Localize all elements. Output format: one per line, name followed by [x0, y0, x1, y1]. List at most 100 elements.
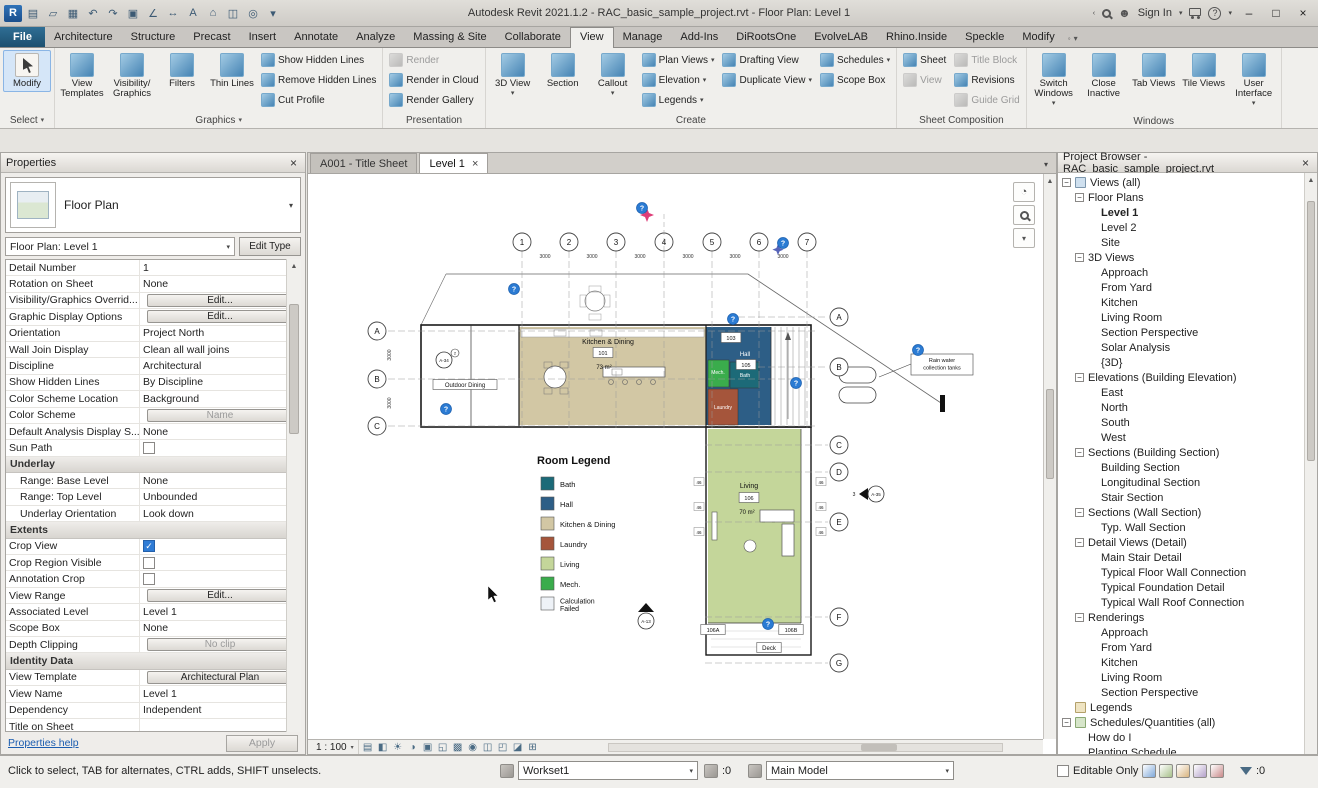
tree-item-site[interactable]: Site: [1058, 235, 1304, 250]
3d-view-icon[interactable]: ⌂: [204, 5, 222, 22]
tree-item-level-2[interactable]: Level 2: [1058, 220, 1304, 235]
tree-item-level-1[interactable]: Level 1: [1058, 205, 1304, 220]
ribbon-tab-precast[interactable]: Precast: [184, 28, 239, 47]
tree-item-from-yard[interactable]: From Yard: [1058, 280, 1304, 295]
button-revisions[interactable]: Revisions: [951, 70, 1022, 90]
sun-path-icon[interactable]: ☀: [391, 741, 405, 754]
property-button-visibility-graphics-overrid[interactable]: Edit...: [147, 294, 293, 307]
type-selector[interactable]: Floor Plan ▾: [5, 177, 301, 233]
property-value[interactable]: Architectural Plan: [140, 671, 300, 684]
property-value[interactable]: 1: [140, 262, 300, 274]
tree-item-views-all[interactable]: −Views (all): [1058, 175, 1304, 190]
property-value[interactable]: Level 1: [140, 606, 300, 618]
button-tab-views[interactable]: Tab Views: [1130, 50, 1178, 92]
property-value[interactable]: Unbounded: [140, 491, 300, 503]
tree-item-approach[interactable]: Approach: [1058, 625, 1304, 640]
button-cut-profile[interactable]: Cut Profile: [258, 90, 379, 110]
customize-icon[interactable]: ▾: [264, 5, 282, 22]
select-elements-by-face-icon[interactable]: [1193, 764, 1207, 778]
section-icon[interactable]: ◫: [224, 5, 242, 22]
tree-item-longitudinal-section[interactable]: Longitudinal Section: [1058, 475, 1304, 490]
ribbon-tab-insert[interactable]: Insert: [240, 28, 286, 47]
button-scope-box[interactable]: Scope Box: [817, 70, 893, 90]
property-value[interactable]: Edit...: [140, 310, 300, 323]
tree-item-kitchen[interactable]: Kitchen: [1058, 295, 1304, 310]
tree-item-typical-floor-wall-connection[interactable]: Typical Floor Wall Connection: [1058, 565, 1304, 580]
scroll-up-icon[interactable]: ▲: [1044, 174, 1056, 188]
tree-item-main-stair-detail[interactable]: Main Stair Detail: [1058, 550, 1304, 565]
button-3d-view[interactable]: 3D View▾: [489, 50, 537, 102]
expander-icon[interactable]: −: [1075, 448, 1084, 457]
ribbon-tab-modify[interactable]: Modify: [1013, 28, 1063, 47]
minimize-button[interactable]: –: [1239, 4, 1259, 22]
tree-item-detail-views-detail[interactable]: −Detail Views (Detail): [1058, 535, 1304, 550]
button-guide-grid[interactable]: Guide Grid: [951, 90, 1022, 110]
ribbon-tab-speckle[interactable]: Speckle: [956, 28, 1013, 47]
redo-icon[interactable]: ↷: [104, 5, 122, 22]
tree-item-renderings[interactable]: −Renderings: [1058, 610, 1304, 625]
project-browser-close-icon[interactable]: ×: [1299, 156, 1312, 170]
new-icon[interactable]: ▤: [24, 5, 42, 22]
property-value[interactable]: No clip: [140, 638, 300, 651]
project-browser-scrollbar[interactable]: ▲: [1304, 173, 1317, 754]
property-value[interactable]: Name: [140, 409, 300, 422]
checkbox-sun-path[interactable]: [143, 442, 155, 454]
button-visibility-graphics[interactable]: Visibility/ Graphics: [108, 50, 156, 102]
tree-item-building-section[interactable]: Building Section: [1058, 460, 1304, 475]
tree-item-solar-analysis[interactable]: Solar Analysis: [1058, 340, 1304, 355]
tree-item-approach[interactable]: Approach: [1058, 265, 1304, 280]
checkbox-annotation-crop[interactable]: [143, 573, 155, 585]
button-drafting-view[interactable]: Drafting View: [719, 50, 814, 70]
instance-selector[interactable]: Floor Plan: Level 1 ▾: [5, 237, 235, 256]
button-callout[interactable]: Callout▾: [589, 50, 637, 102]
tree-item-from-yard[interactable]: From Yard: [1058, 640, 1304, 655]
tree-item-east[interactable]: East: [1058, 385, 1304, 400]
button-tile-views[interactable]: Tile Views: [1180, 50, 1228, 92]
design-options-icon[interactable]: [748, 764, 762, 778]
button-view-templates[interactable]: View Templates: [58, 50, 106, 102]
property-value[interactable]: None: [140, 475, 300, 487]
ribbon-tab-annotate[interactable]: Annotate: [285, 28, 347, 47]
expander-icon[interactable]: −: [1062, 718, 1071, 727]
checkbox-crop-region-visible[interactable]: [143, 557, 155, 569]
project-browser-scroll-thumb[interactable]: [1307, 201, 1315, 461]
reveal-constraints-icon[interactable]: ⊞: [526, 741, 540, 754]
scroll-up-icon[interactable]: ▲: [1305, 173, 1317, 187]
search-icon[interactable]: [1102, 9, 1111, 18]
property-value[interactable]: Clean all wall joins: [140, 344, 300, 356]
tree-item-sections-wall-section[interactable]: −Sections (Wall Section): [1058, 505, 1304, 520]
property-value[interactable]: Project North: [140, 327, 300, 339]
tree-item-elevations-building-elevation[interactable]: −Elevations (Building Elevation): [1058, 370, 1304, 385]
ribbon-tab-add-ins[interactable]: Add-Ins: [671, 28, 727, 47]
properties-help-link[interactable]: Properties help: [8, 737, 79, 749]
button-legends[interactable]: Legends▾: [639, 90, 718, 110]
editable-only-checkbox[interactable]: [1057, 765, 1069, 777]
panel-label-sheet-composition[interactable]: Sheet Composition: [897, 112, 1026, 128]
worksets-icon[interactable]: [500, 764, 514, 778]
property-value[interactable]: Background: [140, 393, 300, 405]
expander-icon[interactable]: −: [1075, 373, 1084, 382]
steering-wheel-icon[interactable]: ◔: [1013, 182, 1035, 202]
button-section[interactable]: Section: [539, 50, 587, 92]
print-icon[interactable]: ▣: [124, 5, 142, 22]
ribbon-cycle-icon[interactable]: ◦: [1068, 34, 1071, 43]
button-sheet[interactable]: Sheet: [900, 50, 949, 70]
properties-scrollbar[interactable]: ▲: [286, 259, 301, 732]
select-underlay-elements-icon[interactable]: [1159, 764, 1173, 778]
project-browser-header[interactable]: Project Browser - RAC_basic_sample_proje…: [1058, 153, 1317, 173]
sign-in-caret-icon[interactable]: ▾: [1179, 9, 1183, 17]
tree-item-living-room[interactable]: Living Room: [1058, 310, 1304, 325]
property-button-graphic-display-options[interactable]: Edit...: [147, 310, 293, 323]
panel-label-select[interactable]: Select▾: [0, 112, 54, 128]
button-render-gallery[interactable]: Render Gallery: [386, 90, 481, 110]
ribbon-tab-view[interactable]: View: [570, 27, 614, 48]
horizontal-scrollbar[interactable]: [608, 743, 1003, 752]
property-value[interactable]: Edit...: [140, 589, 300, 602]
expander-icon[interactable]: −: [1075, 193, 1084, 202]
button-remove-hidden-lines[interactable]: Remove Hidden Lines: [258, 70, 379, 90]
panel-label-windows[interactable]: Windows: [1027, 114, 1281, 128]
property-value[interactable]: None: [140, 426, 300, 438]
open-icon[interactable]: ▱: [44, 5, 62, 22]
store-cart-icon[interactable]: [1189, 8, 1201, 16]
design-option-select[interactable]: Main Model ▾: [766, 761, 954, 780]
